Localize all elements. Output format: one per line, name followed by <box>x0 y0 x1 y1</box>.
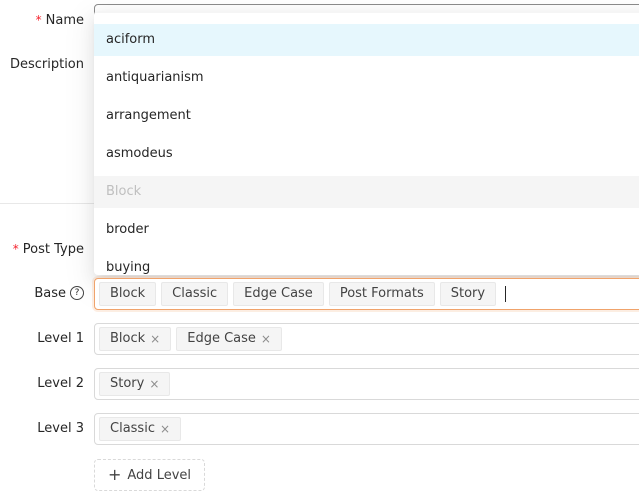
tag-label: Story <box>110 376 145 391</box>
name-label: * Name <box>35 13 84 28</box>
dropdown-option[interactable]: broder <box>94 214 639 246</box>
add-level-button[interactable]: + Add Level <box>94 459 205 491</box>
tag-label: Edge Case <box>187 331 256 346</box>
plus-icon: + <box>107 465 122 484</box>
tag-label: Classic <box>110 421 155 436</box>
level-tag: Edge Case × <box>176 327 282 351</box>
required-mark: * <box>12 242 19 256</box>
help-icon[interactable]: ? <box>70 285 84 300</box>
close-icon[interactable]: × <box>160 418 170 440</box>
level-1-select[interactable]: Block × Edge Case × <box>94 323 639 355</box>
close-icon[interactable]: × <box>149 373 159 395</box>
base-label: Base? <box>34 284 84 304</box>
level-2-select[interactable]: Story × <box>94 368 639 400</box>
close-icon[interactable]: × <box>150 328 160 350</box>
level-3-label: Level 3 <box>37 421 84 436</box>
base-select[interactable]: Block Classic Edge Case Post Formats Story <box>94 278 639 310</box>
close-icon[interactable]: × <box>261 328 271 350</box>
dropdown-option[interactable]: aciform <box>94 24 639 56</box>
base-tag: Block <box>99 282 157 306</box>
dropdown-option[interactable]: asmodeus <box>94 138 639 170</box>
required-mark: * <box>35 13 42 27</box>
level-2-label: Level 2 <box>37 376 84 391</box>
dropdown-option: Block <box>94 176 639 208</box>
post-type-label: * Post Type <box>12 242 84 257</box>
text-cursor <box>505 286 507 302</box>
dropdown-option[interactable]: buying <box>94 252 639 275</box>
dropdown-option[interactable]: arrangement <box>94 100 639 132</box>
level-1-label: Level 1 <box>37 331 84 346</box>
base-tag: Story <box>439 282 497 306</box>
base-tag: Post Formats <box>328 282 435 306</box>
autocomplete-dropdown: aciform antiquarianism arrangement asmodeus… <box>94 11 639 275</box>
base-tag: Edge Case <box>233 282 324 306</box>
level-tag: Story × <box>99 372 171 396</box>
dropdown-option[interactable]: antiquarianism <box>94 62 639 94</box>
section-divider <box>0 203 94 204</box>
description-label: Description <box>9 57 84 72</box>
level-tag: Block × <box>99 327 172 351</box>
level-tag: Classic × <box>99 417 182 441</box>
level-3-select[interactable]: Classic × <box>94 413 639 445</box>
tag-label: Block <box>110 331 146 346</box>
base-tag: Classic <box>161 282 229 306</box>
